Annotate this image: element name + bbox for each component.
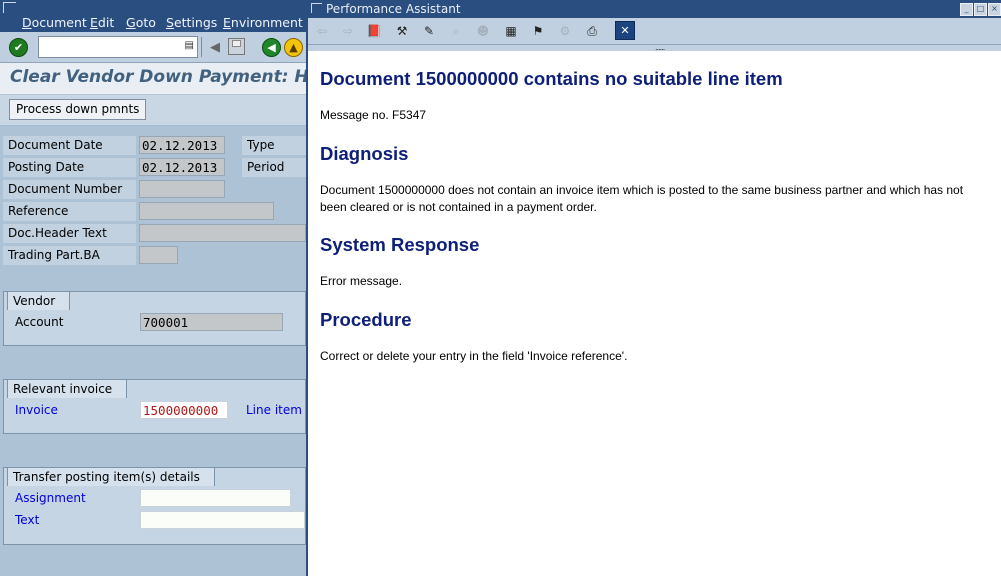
- edit-icon[interactable]: ✎: [419, 22, 439, 40]
- command-field[interactable]: ▤: [38, 36, 198, 58]
- line-item-label[interactable]: Line item: [241, 401, 306, 420]
- assignment-label[interactable]: Assignment: [10, 489, 135, 508]
- screen-title: Clear Vendor Down Payment: Header Data: [10, 67, 306, 87]
- forward-arrow-icon[interactable]: ⇨: [338, 22, 358, 40]
- help-content: Document 1500000000 contains no suitable…: [308, 51, 1001, 576]
- standard-toolbar: ✔ ▤ ◀ ◀ ▲: [0, 32, 306, 63]
- save-icon[interactable]: [228, 38, 245, 55]
- system-response-text: Error message.: [320, 274, 403, 288]
- trading-part-ba-label: Trading Part.BA: [3, 246, 136, 265]
- back-arrow-icon[interactable]: ⇦: [312, 22, 332, 40]
- flag-icon[interactable]: ⚑: [528, 22, 548, 40]
- performance-assistant-title: Performance Assistant: [326, 2, 461, 16]
- vendor-group: Vendor Account 700001: [3, 291, 306, 346]
- message-number: Message no. F5347: [320, 108, 427, 122]
- document-date-field[interactable]: 02.12.2013: [139, 136, 225, 154]
- book-icon[interactable]: 📕: [364, 22, 384, 40]
- document-date-label: Document Date: [3, 136, 136, 155]
- text-field[interactable]: [140, 511, 305, 529]
- relevant-invoice-group: Relevant invoice Invoice 1500000000 Line…: [3, 379, 306, 434]
- menu-settings[interactable]: Settings: [166, 15, 217, 30]
- menu-document[interactable]: Document: [22, 15, 87, 30]
- document-number-label: Document Number: [3, 180, 136, 199]
- window-close-icon[interactable]: ×: [988, 3, 1001, 16]
- message-heading: Document 1500000000 contains no suitable…: [320, 68, 783, 89]
- type-label: Type: [242, 136, 306, 155]
- reference-field[interactable]: [139, 202, 274, 220]
- menu-environment[interactable]: Environment: [223, 15, 303, 30]
- enter-check-icon[interactable]: ✔: [9, 38, 28, 57]
- diagnosis-text: Document 1500000000 does not contain an …: [320, 183, 964, 214]
- diagnosis-heading: Diagnosis: [320, 143, 409, 164]
- table-icon[interactable]: ▦: [501, 22, 521, 40]
- technical-info-icon[interactable]: ⚒: [392, 22, 412, 40]
- print-icon[interactable]: ⎙: [582, 22, 602, 40]
- close-icon[interactable]: ✕: [615, 21, 635, 40]
- performance-assistant-titlebar: Performance Assistant _ □ ×: [308, 0, 1001, 18]
- application-toolbar: Process down pmnts: [0, 95, 306, 125]
- performance-assistant-toolbar: ⇦ ⇨ 📕 ⚒ ✎ ⌕ ☻ ▦ ⚑ ⚙ ⎙ ✕: [308, 18, 1001, 45]
- procedure-heading: Procedure: [320, 309, 412, 330]
- exit-icon[interactable]: ▲: [284, 38, 303, 57]
- screen-title-bar: Clear Vendor Down Payment: Header Data: [0, 63, 306, 95]
- relevant-invoice-group-title: Relevant invoice: [7, 379, 128, 398]
- toolbar-separator: [201, 37, 202, 57]
- collapse-arrow-icon[interactable]: ◀: [206, 38, 224, 56]
- reference-label: Reference: [3, 202, 136, 221]
- person-icon[interactable]: ☻: [473, 22, 493, 40]
- settings-icon[interactable]: ⚙: [555, 22, 575, 40]
- posting-date-field[interactable]: 02.12.2013: [139, 158, 225, 176]
- doc-header-text-label: Doc.Header Text: [3, 224, 136, 243]
- search-icon[interactable]: ⌕: [446, 22, 466, 40]
- document-number-field[interactable]: [139, 180, 225, 198]
- procedure-text: Correct or delete your entry in the fiel…: [320, 349, 628, 363]
- trading-part-ba-field[interactable]: [139, 246, 178, 264]
- doc-header-text-field[interactable]: [139, 224, 306, 242]
- vendor-group-title: Vendor: [7, 291, 71, 310]
- maximize-icon[interactable]: □: [974, 3, 987, 16]
- transfer-posting-group-title: Transfer posting item(s) details: [7, 467, 215, 486]
- transfer-posting-group: Transfer posting item(s) details Assignm…: [3, 467, 306, 545]
- invoice-label[interactable]: Invoice: [10, 401, 135, 420]
- back-icon[interactable]: ◀: [262, 38, 281, 57]
- menu-bar: Document Edit Goto Settings Environment: [0, 0, 306, 32]
- window-system-icon[interactable]: [311, 3, 322, 13]
- header-form: Document Date 02.12.2013 Type Posting Da…: [0, 126, 306, 576]
- system-menu-icon[interactable]: [3, 2, 16, 13]
- menu-goto[interactable]: Goto: [126, 15, 156, 30]
- menu-edit[interactable]: Edit: [90, 15, 114, 30]
- text-label[interactable]: Text: [10, 511, 135, 530]
- period-label: Period: [242, 158, 306, 177]
- dropdown-icon[interactable]: ▤: [185, 40, 194, 51]
- invoice-field[interactable]: 1500000000: [140, 401, 228, 419]
- system-response-heading: System Response: [320, 234, 480, 255]
- assignment-field[interactable]: [140, 489, 291, 507]
- posting-date-label: Posting Date: [3, 158, 136, 177]
- account-field[interactable]: 700001: [140, 313, 283, 331]
- process-down-payments-button[interactable]: Process down pmnts: [9, 99, 147, 120]
- sap-main-window: Document Edit Goto Settings Environment …: [0, 0, 306, 576]
- performance-assistant-window: Performance Assistant _ □ × ⇦ ⇨ 📕 ⚒ ✎ ⌕ …: [306, 0, 1001, 576]
- account-label: Account: [10, 313, 135, 332]
- minimize-icon[interactable]: _: [960, 3, 973, 16]
